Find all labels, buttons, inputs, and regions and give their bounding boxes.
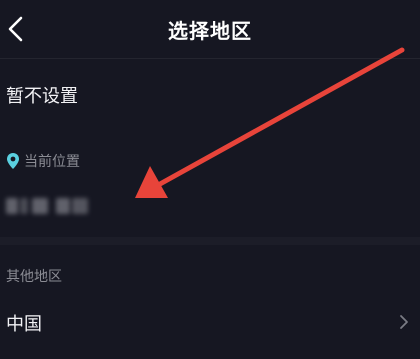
section-divider [0,237,420,245]
top-bar: 选择地区 [0,0,420,58]
region-item-label: 中国 [6,314,42,335]
other-regions-section-label: 其他地区 [6,269,62,285]
region-item-china[interactable]: 中国 [0,300,420,344]
current-location-value-blurred[interactable] [6,196,90,218]
current-location-section-label: 当前位置 [24,154,80,170]
unset-region-option[interactable]: 暂不设置 [0,74,420,116]
page-title: 选择地区 [168,19,252,43]
header-divider [0,58,420,59]
chevron-right-icon [400,315,408,329]
location-pin-icon [7,153,19,169]
unset-region-label: 暂不设置 [6,86,78,107]
